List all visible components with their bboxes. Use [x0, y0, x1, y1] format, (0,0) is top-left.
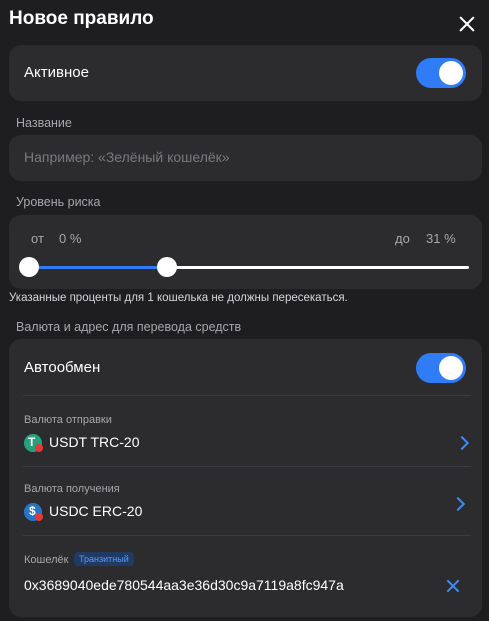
- transit-badge: Транзитный: [74, 552, 134, 566]
- risk-to-value: 31 %: [426, 231, 456, 246]
- send-currency-row[interactable]: Валюта отправки T USDT TRC-20: [9, 396, 482, 466]
- risk-slider-max-thumb[interactable]: [156, 257, 177, 277]
- risk-slider[interactable]: [19, 257, 469, 277]
- receive-currency-row[interactable]: Валюта получения $ USDC ERC-20: [9, 467, 482, 535]
- usdc-erc20-icon: $: [24, 503, 43, 521]
- risk-section-label: Уровень риска: [16, 195, 101, 209]
- page-title: Новое правило: [9, 8, 154, 29]
- receive-currency-value: USDC ERC-20: [49, 503, 143, 519]
- close-icon[interactable]: [457, 14, 477, 34]
- risk-slider-fill: [31, 266, 167, 269]
- clear-icon[interactable]: [446, 579, 460, 593]
- chevron-right-icon: [454, 435, 470, 451]
- send-currency-value: USDT TRC-20: [49, 434, 140, 450]
- autoswap-label: Автообмен: [24, 359, 101, 376]
- transfer-card: Автообмен Валюта отправки T USDT TRC-20 …: [9, 339, 482, 617]
- wallet-label: Кошелёк: [24, 554, 69, 566]
- wallet-address[interactable]: 0x3689040ede780544aa3e36d30c9a7119a8fc94…: [24, 577, 344, 593]
- risk-note: Указанные проценты для 1 кошелька не дол…: [9, 292, 348, 304]
- risk-from-label: от: [31, 231, 44, 246]
- toggle-knob: [439, 356, 463, 380]
- chevron-right-icon: [450, 496, 466, 512]
- active-label: Активное: [24, 64, 89, 81]
- risk-from-value: 0 %: [59, 231, 82, 246]
- risk-slider-min-thumb[interactable]: [19, 257, 39, 277]
- receive-currency-label: Валюта получения: [24, 483, 120, 495]
- risk-to-label: до: [395, 231, 410, 246]
- toggle-knob: [439, 61, 463, 85]
- active-toggle[interactable]: [416, 58, 466, 88]
- autoswap-toggle[interactable]: [416, 353, 466, 383]
- name-placeholder: Например: «Зелёный кошелёк»: [24, 149, 230, 165]
- active-card: Активное: [9, 45, 482, 101]
- transfer-section-label: Валюта и адрес для перевода средств: [16, 320, 242, 334]
- name-section-label: Название: [16, 116, 72, 130]
- risk-card: от 0 % до 31 %: [9, 215, 482, 289]
- send-currency-label: Валюта отправки: [24, 414, 112, 426]
- usdt-trc20-icon: T: [24, 434, 43, 452]
- divider: [23, 535, 471, 536]
- name-field[interactable]: Например: «Зелёный кошелёк»: [9, 135, 482, 181]
